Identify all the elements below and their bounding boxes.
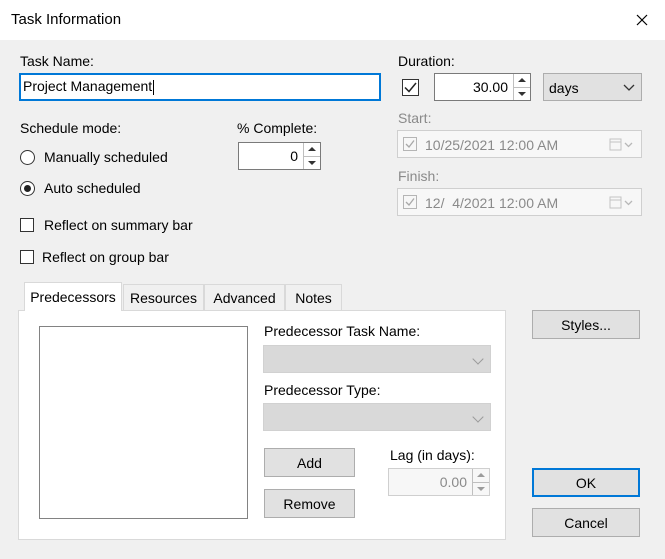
percent-complete-stepper[interactable]: 0 bbox=[238, 142, 321, 170]
predecessor-task-name-label: Predecessor Task Name: bbox=[264, 323, 421, 339]
reflect-group-label: Reflect on group bar bbox=[42, 249, 169, 265]
auto-scheduled-label: Auto scheduled bbox=[44, 180, 141, 196]
reflect-group-checkbox[interactable] bbox=[20, 250, 34, 264]
predecessor-task-name-select[interactable] bbox=[263, 345, 491, 373]
arrow-down-icon bbox=[477, 486, 485, 491]
tab-notes[interactable]: Notes bbox=[285, 284, 342, 311]
percent-complete-spin[interactable] bbox=[303, 143, 320, 169]
spin-up-button[interactable] bbox=[472, 469, 489, 482]
start-date-value: 10/25/2021 12:00 AM bbox=[425, 137, 559, 153]
close-icon bbox=[636, 14, 648, 26]
ok-button[interactable]: OK bbox=[532, 468, 640, 497]
schedule-mode-label: Schedule mode: bbox=[20, 120, 122, 136]
duration-label: Duration: bbox=[398, 53, 455, 69]
styles-button[interactable]: Styles... bbox=[532, 310, 640, 339]
start-label: Start: bbox=[398, 110, 432, 126]
lag-value: 0.00 bbox=[439, 474, 467, 490]
duration-checkbox[interactable] bbox=[402, 79, 419, 96]
chevron-down-icon bbox=[472, 353, 484, 365]
finish-date-picker[interactable]: 12/ 4/2021 12:00 AM bbox=[397, 188, 642, 216]
arrow-up-icon bbox=[308, 147, 316, 152]
reflect-summary-checkbox[interactable] bbox=[20, 218, 34, 232]
task-name-input[interactable]: Project Management bbox=[19, 73, 381, 101]
close-button[interactable] bbox=[629, 7, 655, 33]
percent-complete-label: % Complete: bbox=[237, 120, 318, 136]
tab-predecessors[interactable]: Predecessors bbox=[24, 282, 122, 311]
text-caret bbox=[153, 79, 155, 95]
duration-unit-value: days bbox=[549, 80, 579, 96]
lag-stepper[interactable]: 0.00 bbox=[388, 468, 490, 496]
lag-label: Lag (in days): bbox=[390, 447, 475, 463]
spin-down-button[interactable] bbox=[303, 155, 320, 169]
reflect-summary-label: Reflect on summary bar bbox=[44, 217, 193, 233]
spin-down-button[interactable] bbox=[472, 481, 489, 495]
checkmark-icon bbox=[404, 82, 417, 93]
add-predecessor-button[interactable]: Add bbox=[264, 448, 355, 477]
manually-scheduled-label: Manually scheduled bbox=[44, 149, 168, 165]
chevron-down-icon bbox=[623, 84, 635, 91]
task-name-label: Task Name: bbox=[20, 53, 94, 69]
predecessor-type-select[interactable] bbox=[263, 403, 491, 431]
remove-predecessor-button[interactable]: Remove bbox=[264, 489, 355, 518]
radio-auto-scheduled[interactable] bbox=[20, 181, 35, 196]
duration-value: 30.00 bbox=[472, 79, 508, 95]
predecessor-list[interactable] bbox=[39, 326, 248, 519]
finish-label: Finish: bbox=[398, 168, 440, 184]
predecessor-type-label: Predecessor Type: bbox=[264, 382, 381, 398]
duration-spin[interactable] bbox=[513, 74, 530, 100]
percent-complete-value: 0 bbox=[290, 148, 298, 164]
chevron-down-icon bbox=[472, 411, 484, 423]
cancel-button[interactable]: Cancel bbox=[532, 508, 640, 537]
arrow-down-icon bbox=[518, 91, 526, 96]
finish-date-value: 12/ 4/2021 12:00 AM bbox=[425, 195, 559, 211]
spin-up-button[interactable] bbox=[513, 74, 530, 87]
finish-checkbox-icon bbox=[403, 195, 417, 209]
lag-spin[interactable] bbox=[472, 469, 489, 495]
calendar-dropdown-icon bbox=[609, 138, 633, 151]
arrow-up-icon bbox=[477, 473, 485, 478]
tab-advanced[interactable]: Advanced bbox=[204, 284, 285, 311]
start-date-picker[interactable]: 10/25/2021 12:00 AM bbox=[397, 130, 642, 158]
duration-stepper[interactable]: 30.00 bbox=[434, 73, 531, 101]
radio-selected-dot bbox=[24, 185, 31, 192]
window-title: Task Information bbox=[11, 11, 122, 28]
radio-manually-scheduled[interactable] bbox=[20, 150, 35, 165]
tab-resources[interactable]: Resources bbox=[123, 284, 204, 311]
arrow-up-icon bbox=[518, 78, 526, 83]
task-name-value: Project Management bbox=[23, 78, 153, 94]
calendar-dropdown-icon bbox=[609, 196, 633, 209]
spin-up-button[interactable] bbox=[303, 143, 320, 156]
start-checkbox-icon bbox=[403, 137, 417, 151]
duration-unit-select[interactable]: days bbox=[543, 73, 642, 101]
arrow-down-icon bbox=[308, 160, 316, 165]
spin-down-button[interactable] bbox=[513, 86, 530, 100]
